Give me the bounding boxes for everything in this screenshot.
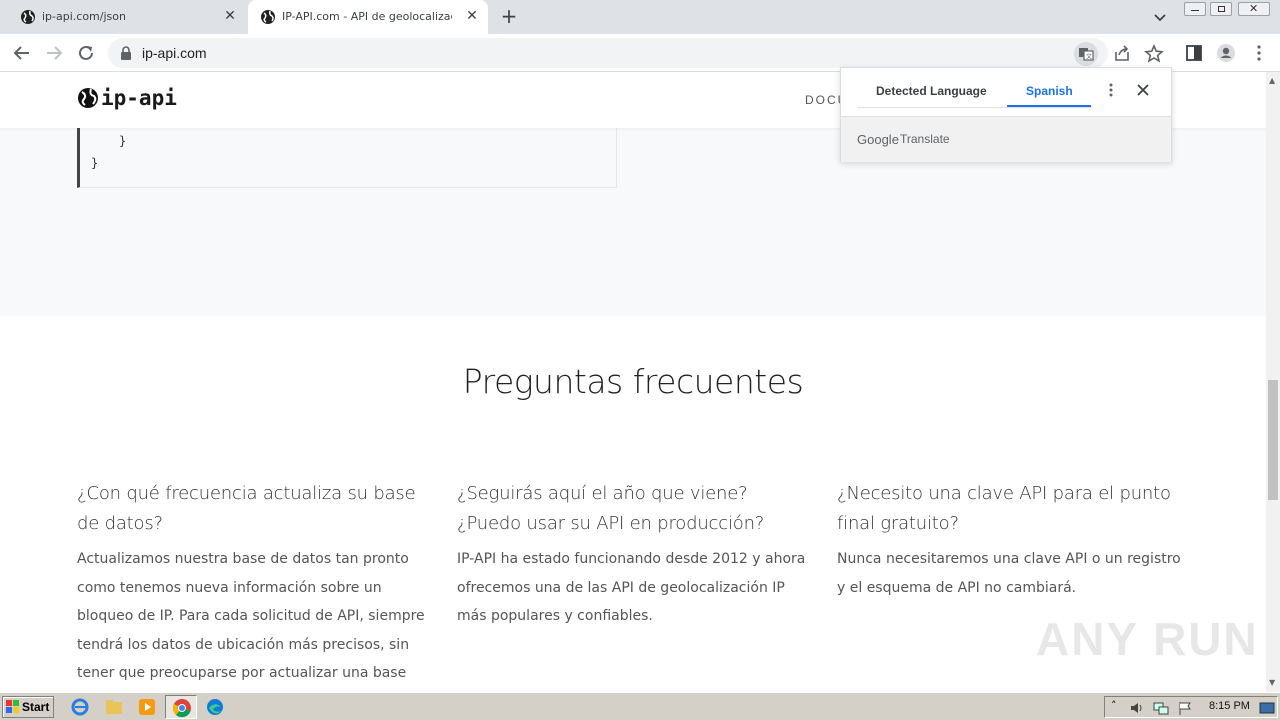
show-desktop-icon[interactable] (1259, 700, 1275, 716)
side-panel-icon[interactable] (1183, 42, 1205, 64)
tray-expand-icon[interactable]: ˄ (1111, 699, 1117, 712)
faq-question: ¿Seguirás aquí el año que viene? ¿Puedo … (457, 483, 765, 534)
url-text[interactable]: ip-api.com (142, 45, 207, 61)
faq-answer: Actualizamos nuestra base de datos tan p… (77, 551, 425, 681)
windows-logo-icon (6, 700, 19, 713)
web-page: ip-api DOCU } } Preguntas frecuentes ¿Co… (0, 72, 1266, 692)
code-line: } (119, 134, 127, 148)
star-icon[interactable] (1142, 42, 1166, 66)
close-tab-icon[interactable]: ✕ (222, 8, 238, 24)
page-scrollbar[interactable]: ▲ ▼ (1266, 72, 1280, 692)
faq-item: ¿Con qué frecuencia actualiza su base de… (77, 479, 427, 692)
edge-icon[interactable] (205, 697, 225, 717)
faq-item: ¿Seguirás aquí el año que viene? ¿Puedo … (457, 479, 807, 631)
translate-icon[interactable]: 文 (1074, 42, 1098, 66)
anyrun-watermark: ANY RUN (1036, 613, 1259, 665)
close-tab-icon[interactable]: ✕ (464, 8, 480, 24)
windows-taskbar: Start ˄ 8:15 PM (0, 692, 1280, 720)
faq-question: ¿Necesito una clave API para el punto fi… (837, 483, 1171, 534)
faq-answer: IP-API ha estado funcionando desde 2012 … (457, 551, 806, 624)
translate-label: Translate (900, 132, 950, 146)
scroll-down-icon[interactable]: ▼ (1269, 678, 1277, 687)
start-button[interactable]: Start (2, 696, 54, 718)
system-tray: ˄ 8:15 PM (1104, 696, 1278, 718)
media-player-icon[interactable] (137, 697, 157, 717)
close-window-button[interactable]: ✕ (1238, 2, 1270, 16)
chevron-down-icon[interactable] (1152, 9, 1168, 25)
start-label: Start (22, 700, 50, 714)
network-icon[interactable] (1153, 700, 1169, 716)
more-options-icon[interactable] (1103, 82, 1119, 98)
faq-heading: Preguntas frecuentes (462, 362, 804, 401)
faq-answer: Nunca necesitaremos una clave API o un r… (837, 551, 1181, 596)
tab-detected-language[interactable]: Detected Language (876, 84, 987, 98)
back-arrow-icon[interactable] (11, 42, 33, 64)
restore-button[interactable] (1210, 2, 1232, 16)
chrome-icon (172, 699, 191, 718)
faq-question: ¿Con qué frecuencia actualiza su base de… (77, 483, 416, 534)
translate-footer: Google Translate (841, 116, 1171, 162)
globe-icon (21, 10, 35, 24)
site-logo[interactable]: ip-api (77, 86, 177, 110)
minimize-button[interactable] (1184, 2, 1206, 16)
logo-text: ip-api (101, 86, 177, 110)
speaker-icon[interactable] (1129, 700, 1145, 716)
tab-ip-api-json[interactable]: ip-api.com/json ✕ (8, 0, 246, 34)
code-block: } } (77, 128, 617, 188)
tab-title: IP-API.com - API de geolocalización (282, 10, 452, 23)
chrome-task-button[interactable] (165, 695, 197, 719)
forward-arrow-icon[interactable] (43, 42, 65, 64)
scroll-up-icon[interactable]: ▲ (1269, 76, 1277, 85)
internet-explorer-icon[interactable] (70, 697, 90, 717)
profile-avatar-icon[interactable] (1215, 42, 1237, 64)
clock[interactable]: 8:15 PM (1209, 700, 1250, 712)
address-bar[interactable]: ip-api.com 文 (108, 38, 1164, 68)
close-icon[interactable] (1135, 82, 1151, 98)
tab-ip-api-geolocation[interactable]: IP-API.com - API de geolocalización ✕ (248, 0, 488, 34)
google-logo-text: Google (857, 132, 899, 147)
tab-title: ip-api.com/json (42, 10, 126, 23)
faq-item: ¿Necesito una clave API para el punto fi… (837, 479, 1187, 602)
tab-strip: ip-api.com/json ✕ IP-API.com - API de ge… (0, 0, 1280, 34)
tab-divider (857, 107, 1091, 108)
reload-icon[interactable] (75, 42, 97, 64)
code-line: } (91, 156, 99, 170)
lock-icon[interactable] (120, 46, 132, 60)
flag-icon[interactable] (1177, 700, 1193, 716)
share-icon[interactable] (1110, 42, 1134, 66)
globe-icon (261, 10, 275, 24)
new-tab-button[interactable]: + (498, 6, 520, 28)
translate-popup: Detected Language Spanish Google Transla… (840, 67, 1172, 162)
folder-icon[interactable] (104, 697, 124, 717)
tab-spanish[interactable]: Spanish (1026, 84, 1073, 98)
globe-icon (78, 88, 98, 108)
scroll-thumb[interactable] (1268, 380, 1278, 500)
menu-kebab-icon[interactable] (1248, 42, 1270, 64)
svg-text:文: 文 (1086, 53, 1092, 61)
